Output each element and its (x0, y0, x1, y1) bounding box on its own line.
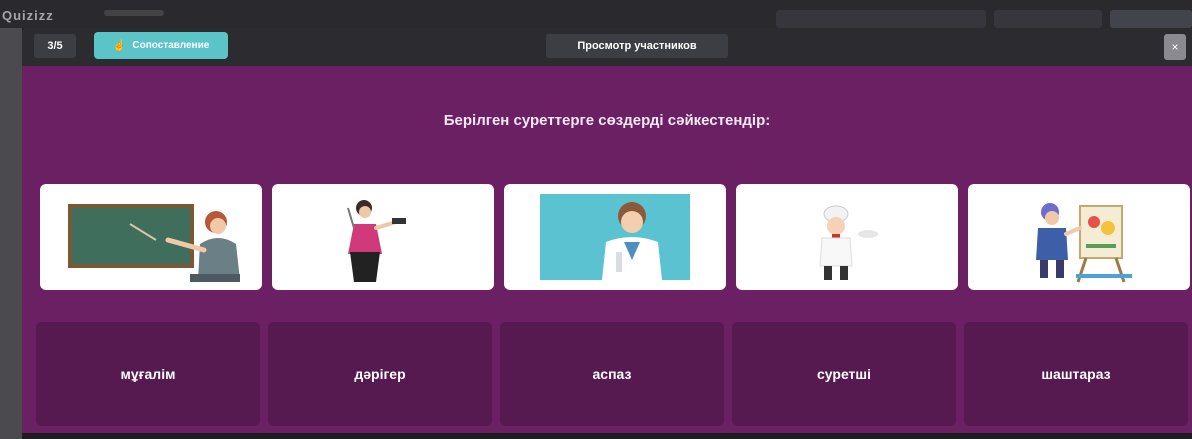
question-counter: 3/5 (34, 34, 76, 58)
background-action-button (1110, 10, 1192, 28)
chef-image (819, 205, 878, 280)
question-text: Берілген суреттерге сөздерді сәйкестенді… (443, 112, 771, 129)
hairdresser-image (347, 200, 406, 282)
app-logo: Quizizz (2, 8, 54, 23)
question-preview-modal: 3/5 ☝ Сопоставление Просмотр участников … (22, 28, 1192, 433)
answer-option[interactable]: мұғалім (36, 322, 260, 426)
match-icon: ☝ (112, 40, 127, 52)
background-settings-button (994, 10, 1102, 28)
app-subtitle-placeholder (104, 10, 164, 16)
answer-option[interactable]: аспаз (500, 322, 724, 426)
answer-option[interactable]: шаштараз (964, 322, 1188, 426)
painter-image (1036, 203, 1132, 283)
modal-header: 3/5 ☝ Сопоставление Просмотр участников … (22, 28, 1192, 66)
image-card[interactable] (272, 184, 494, 290)
image-card[interactable] (504, 184, 726, 290)
background-button (776, 10, 986, 28)
image-cards (40, 184, 1192, 292)
left-sidebar-strip (0, 28, 22, 439)
question-type-badge: ☝ Сопоставление (94, 32, 228, 59)
image-card[interactable] (736, 184, 958, 290)
image-card[interactable] (968, 184, 1190, 290)
question-type-label: Сопоставление (132, 40, 210, 51)
view-participants-button[interactable]: Просмотр участников (546, 34, 728, 58)
close-icon[interactable]: × (1164, 34, 1186, 60)
answer-option[interactable]: дәрігер (268, 322, 492, 426)
doctor-image (540, 194, 690, 280)
app-topbar: Quizizz (0, 0, 1192, 28)
answer-options: мұғалім дәрігер аспаз суретші шаштараз (36, 322, 1192, 426)
answer-option[interactable]: суретші (732, 322, 956, 426)
teacher-at-chalkboard-image (68, 204, 240, 282)
image-card[interactable] (40, 184, 262, 290)
